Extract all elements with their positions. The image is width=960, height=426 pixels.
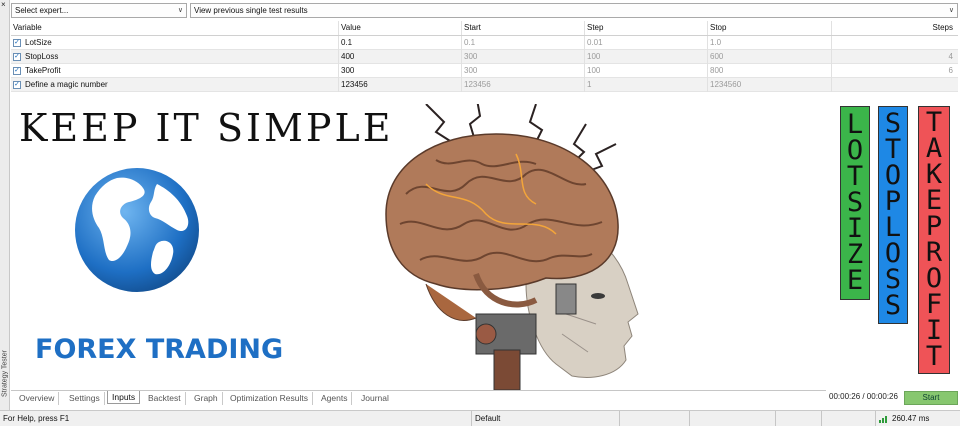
stop-cell[interactable]: 1.0: [708, 36, 832, 50]
header-value[interactable]: Value: [339, 21, 462, 35]
header-steps[interactable]: Steps: [832, 21, 958, 35]
header-stop[interactable]: Stop: [708, 21, 832, 35]
checkbox[interactable]: ✓: [13, 81, 21, 89]
tab-overview[interactable]: Overview: [15, 392, 60, 405]
vertical-label-text: TAKEPROFIT: [925, 109, 943, 372]
variable-name: TakeProfit: [25, 66, 61, 75]
chevron-down-icon: ∨: [948, 7, 954, 14]
panel-title: Strategy Tester: [1, 350, 9, 397]
start-cell[interactable]: 300: [462, 64, 585, 78]
header-step[interactable]: Step: [585, 21, 708, 35]
tab-backtest[interactable]: Backtest: [144, 392, 186, 405]
vertical-letter: E: [846, 265, 864, 296]
promo-banner-image: KEEP IT SIMPLE FOREX TRADING L O T S I Z…: [11, 104, 958, 390]
chevron-down-icon: ∨: [177, 7, 183, 14]
vertical-label-text: LOTSIZE: [846, 111, 864, 296]
step-cell[interactable]: 100: [585, 50, 708, 64]
expert-select-label: Select expert...: [15, 6, 69, 15]
step-cell[interactable]: 0.01: [585, 36, 708, 50]
start-cell[interactable]: 123456: [462, 78, 585, 92]
status-section: [822, 411, 876, 426]
variable-cell: ✓ LotSize: [11, 36, 339, 50]
value-cell[interactable]: 0.1: [339, 36, 462, 50]
checkbox[interactable]: ✓: [13, 39, 21, 47]
stop-cell[interactable]: 800: [708, 64, 832, 78]
status-bar: For Help, press F1 Default 260.47 ms: [0, 410, 960, 426]
steps-cell: 4: [948, 52, 953, 61]
variable-name: StopLoss: [25, 52, 59, 61]
status-section: [690, 411, 776, 426]
variable-name: Define a magic number: [25, 80, 108, 89]
variable-name: LotSize: [25, 38, 52, 47]
value-cell[interactable]: 400: [339, 50, 462, 64]
variable-cell: ✓ StopLoss: [11, 50, 339, 64]
steps-cell: [832, 36, 958, 50]
vertical-label-text: STOPLOSS: [884, 110, 902, 321]
header-variable[interactable]: Variable: [11, 21, 339, 35]
vertical-letter: T: [925, 341, 943, 372]
table-header-row: Variable Value Start Step Stop Steps: [11, 21, 958, 36]
step-cell[interactable]: 100: [585, 64, 708, 78]
strategy-tester-window: × Strategy Tester Select expert... ∨ Vie…: [0, 0, 960, 426]
step-cell[interactable]: 1: [585, 78, 708, 92]
close-icon[interactable]: ×: [1, 1, 6, 9]
table-row[interactable]: ✓ TakeProfit 300 300 100 800 6: [11, 64, 958, 78]
tester-side-strip: × Strategy Tester: [0, 0, 10, 410]
status-help-text: For Help, press F1: [0, 411, 472, 426]
brand-title: FOREX TRADING: [35, 334, 284, 365]
value-cell[interactable]: 300: [339, 64, 462, 78]
results-select-label: View previous single test results: [194, 6, 308, 15]
stop-cell[interactable]: 1234560: [708, 78, 832, 92]
table-row[interactable]: ✓ StopLoss 400 300 100 600 4: [11, 50, 958, 64]
tab-optimization-results[interactable]: Optimization Results: [226, 392, 313, 405]
tab-inputs[interactable]: Inputs: [107, 391, 141, 404]
header-start[interactable]: Start: [462, 21, 585, 35]
ping-value: 260.47 ms: [892, 414, 930, 423]
banner-headline: KEEP IT SIMPLE: [19, 106, 394, 150]
table-row[interactable]: ✓ LotSize 0.1 0.1 0.01 1.0: [11, 36, 958, 50]
results-select[interactable]: View previous single test results ∨: [190, 3, 958, 18]
expert-select[interactable]: Select expert... ∨: [11, 3, 187, 18]
stop-cell[interactable]: 600: [708, 50, 832, 64]
status-section: [776, 411, 822, 426]
tab-journal[interactable]: Journal: [357, 392, 393, 405]
elapsed-timer: 00:00:26 / 00:00:26: [829, 392, 898, 401]
signal-bars-icon: [879, 415, 887, 423]
value-cell[interactable]: 123456: [339, 78, 462, 92]
start-button[interactable]: Start: [904, 391, 958, 405]
tab-agents[interactable]: Agents: [317, 392, 353, 405]
start-cell[interactable]: 300: [462, 50, 585, 64]
tab-graph[interactable]: Graph: [190, 392, 223, 405]
checkbox[interactable]: ✓: [13, 53, 21, 61]
steps-cell: [832, 78, 958, 92]
brain-head-illustration: [385, 104, 639, 390]
variable-cell: ✓ TakeProfit: [11, 64, 339, 78]
variable-cell: ✓ Define a magic number: [11, 78, 339, 92]
status-profile: Default: [472, 411, 620, 426]
stoploss-vertical-label: STOPLOSS: [878, 106, 908, 324]
status-section: [620, 411, 690, 426]
lotsize-vertical-label: LOTSIZE: [840, 106, 870, 300]
globe-icon: [75, 168, 199, 292]
start-cell[interactable]: 0.1: [462, 36, 585, 50]
table-row[interactable]: ✓ Define a magic number 123456 123456 1 …: [11, 78, 958, 92]
takeprofit-vertical-label: TAKEPROFIT: [918, 106, 950, 374]
inputs-table: Variable Value Start Step Stop Steps ✓ L…: [11, 21, 958, 92]
status-ping: 260.47 ms: [876, 411, 960, 426]
vertical-letter: S: [884, 290, 902, 321]
checkbox[interactable]: ✓: [13, 67, 21, 75]
tab-settings[interactable]: Settings: [65, 392, 105, 405]
tester-tabs: Overview Settings Inputs Backtest Graph …: [11, 390, 826, 406]
steps-cell: 6: [948, 66, 953, 75]
